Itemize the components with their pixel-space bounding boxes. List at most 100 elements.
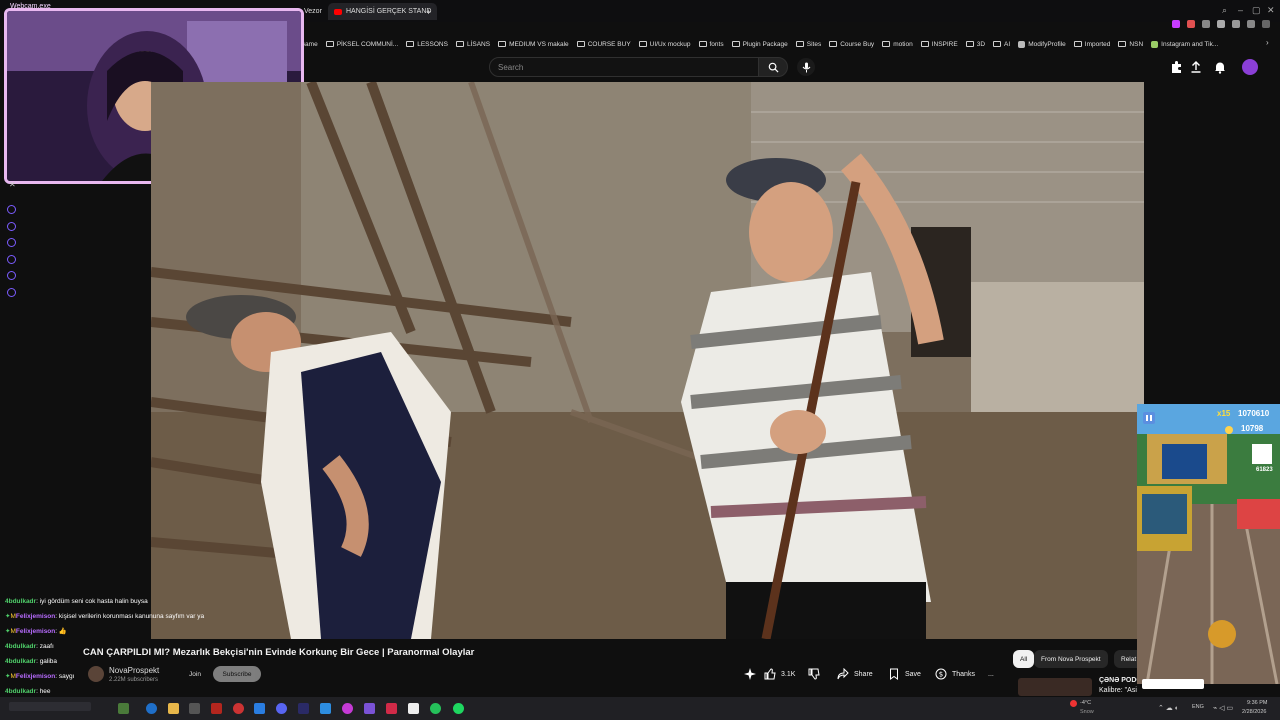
heart-icon[interactable] <box>7 222 16 231</box>
bookmark-folder[interactable]: Plugin Package <box>731 41 788 48</box>
history-icon[interactable] <box>7 238 16 247</box>
webcam-title: Webcam.exe <box>10 3 51 10</box>
voice-search-button[interactable] <box>797 58 815 76</box>
chrome-icon[interactable] <box>233 703 244 714</box>
maximize-icon[interactable]: ▢ <box>1252 5 1261 16</box>
new-tab-button[interactable]: + <box>420 3 437 20</box>
bookmark-folder[interactable]: Course Buy <box>829 41 874 48</box>
video-frame-image <box>151 82 1144 639</box>
tab-label: Vezor <box>304 8 322 15</box>
upload-icon[interactable] <box>1189 60 1203 74</box>
taskbar-search-box[interactable] <box>9 702 91 711</box>
taskbar-app-icon[interactable] <box>118 703 129 714</box>
bookmark-folder[interactable]: PİKSEL COMMUNİ... <box>325 41 398 48</box>
thumbs-up-icon <box>764 668 776 680</box>
folder-icon <box>965 41 974 47</box>
avatar[interactable] <box>1242 59 1258 75</box>
bookmark-label: Course Buy <box>840 40 875 48</box>
notifications-bell-icon[interactable] <box>1213 60 1227 74</box>
bookmark-folder[interactable]: INSPIRE <box>920 41 958 48</box>
taskbar-app-icon[interactable] <box>320 703 331 714</box>
taskbar-app-icon[interactable] <box>408 703 419 714</box>
minimize-icon[interactable]: – <box>1238 5 1243 15</box>
settings-icon[interactable] <box>7 288 16 297</box>
bookmark-label: ModifyProfile <box>1028 40 1066 48</box>
bookmark-folder[interactable]: COURSE BUY <box>576 41 631 48</box>
bookmark-folder[interactable]: Imported <box>1073 41 1110 48</box>
close-window-icon[interactable]: ✕ <box>1267 5 1275 16</box>
recommended-subtitle[interactable]: Kalibre: "Asi <box>1099 687 1137 694</box>
opera-icon[interactable] <box>342 703 353 714</box>
menu-icon[interactable] <box>1262 20 1270 28</box>
bookmark-folder[interactable]: LİSANS <box>455 41 490 48</box>
chip-from-channel[interactable]: From Nova Prospekt <box>1034 650 1108 668</box>
channel-name[interactable]: NovaProspekt <box>109 666 159 675</box>
extension-icon[interactable] <box>1217 20 1225 28</box>
bookmark-folder[interactable]: LESSONS <box>406 41 448 48</box>
extension-icon[interactable] <box>1187 20 1195 28</box>
bookmark-label: AI <box>1004 40 1011 48</box>
illustrator-icon[interactable] <box>211 703 222 714</box>
more-actions-button[interactable]: ... <box>988 665 994 683</box>
bookmark-folder[interactable]: NSN <box>1118 41 1143 48</box>
chevron-right-icon[interactable]: › <box>1266 38 1269 47</box>
recommended-title[interactable]: ÇƏNƏ PODC <box>1099 677 1141 684</box>
bookmark-item[interactable]: ModifyProfile <box>1018 40 1066 48</box>
bookmark-favicon-icon <box>1151 40 1159 48</box>
clock-date[interactable]: 2/28/2026 <box>1242 709 1266 715</box>
taskbar-app-icon[interactable] <box>364 703 375 714</box>
save-button[interactable]: Save <box>888 665 921 683</box>
extension-icon[interactable] <box>1172 20 1180 28</box>
close-icon[interactable]: ✕ <box>9 180 16 189</box>
weather-temp[interactable]: -4°C <box>1080 700 1091 706</box>
tray-icons[interactable]: ⌃ ☁ ◐ <box>1158 704 1179 712</box>
input-language[interactable]: ENG <box>1192 704 1204 710</box>
whatsapp-icon[interactable] <box>430 703 441 714</box>
bookmark-folder[interactable]: UI/Ux mockup <box>638 41 691 48</box>
bookmark-folder[interactable]: motion <box>882 41 913 48</box>
subscriber-count: 2.22M subscribers <box>109 677 159 683</box>
chip-all[interactable]: All <box>1013 650 1035 668</box>
search-tabs-icon[interactable]: ⌕ <box>1222 5 1227 16</box>
ai-ask-button[interactable] <box>744 665 756 683</box>
after-effects-icon[interactable] <box>298 703 309 714</box>
extension-icon[interactable] <box>1232 20 1240 28</box>
dislike-button[interactable] <box>808 665 820 683</box>
download-icon[interactable] <box>7 255 16 264</box>
join-button[interactable]: Join <box>180 667 210 681</box>
search-button[interactable] <box>758 57 788 77</box>
bookmark-item[interactable]: Instagram and Tik... <box>1151 40 1218 48</box>
chat-icon[interactable] <box>7 271 16 280</box>
bookmark-folder[interactable]: MEDIUM VS makale <box>498 41 569 48</box>
search-input[interactable]: Search <box>489 57 759 77</box>
bookmark-folder[interactable]: AI <box>993 41 1010 48</box>
like-count: 3.1K <box>781 670 796 678</box>
download-icon[interactable] <box>1247 20 1255 28</box>
file-explorer-icon[interactable] <box>168 703 179 714</box>
weather-alert-icon[interactable] <box>1070 700 1077 707</box>
network-volume-icons[interactable]: ⌁ ◁ ▭ <box>1213 704 1233 712</box>
edge-browser-icon[interactable] <box>146 703 157 714</box>
spotify-icon[interactable] <box>453 703 464 714</box>
folder-icon <box>325 41 334 47</box>
steam-icon[interactable] <box>189 703 200 714</box>
discord-icon[interactable] <box>276 703 287 714</box>
bookmark-folder[interactable]: 3D <box>965 41 985 48</box>
chat-text: iyi gördüm seni cok hasta halin buysa <box>39 598 148 605</box>
video-player[interactable] <box>151 82 1144 639</box>
recommended-thumbnail[interactable] <box>1018 678 1092 696</box>
taskbar-app-icon[interactable] <box>386 703 397 714</box>
extension-icon[interactable] <box>1202 20 1210 28</box>
taskbar-app-icon[interactable] <box>254 703 265 714</box>
channel-avatar[interactable] <box>88 666 104 682</box>
subscribe-button[interactable]: Subscribe <box>213 666 261 682</box>
plus-icon[interactable] <box>7 205 16 214</box>
like-button[interactable]: 3.1K <box>764 665 795 683</box>
clock-time[interactable]: 9:36 PM <box>1247 700 1267 706</box>
bookmark-folder[interactable]: fonts <box>698 41 724 48</box>
extension-puzzle-icon[interactable] <box>1169 60 1183 74</box>
thanks-button[interactable]: $ Thanks <box>935 665 975 683</box>
folder-icon <box>698 41 707 47</box>
share-button[interactable]: Share <box>837 665 873 683</box>
bookmark-folder[interactable]: Sites <box>795 41 821 48</box>
